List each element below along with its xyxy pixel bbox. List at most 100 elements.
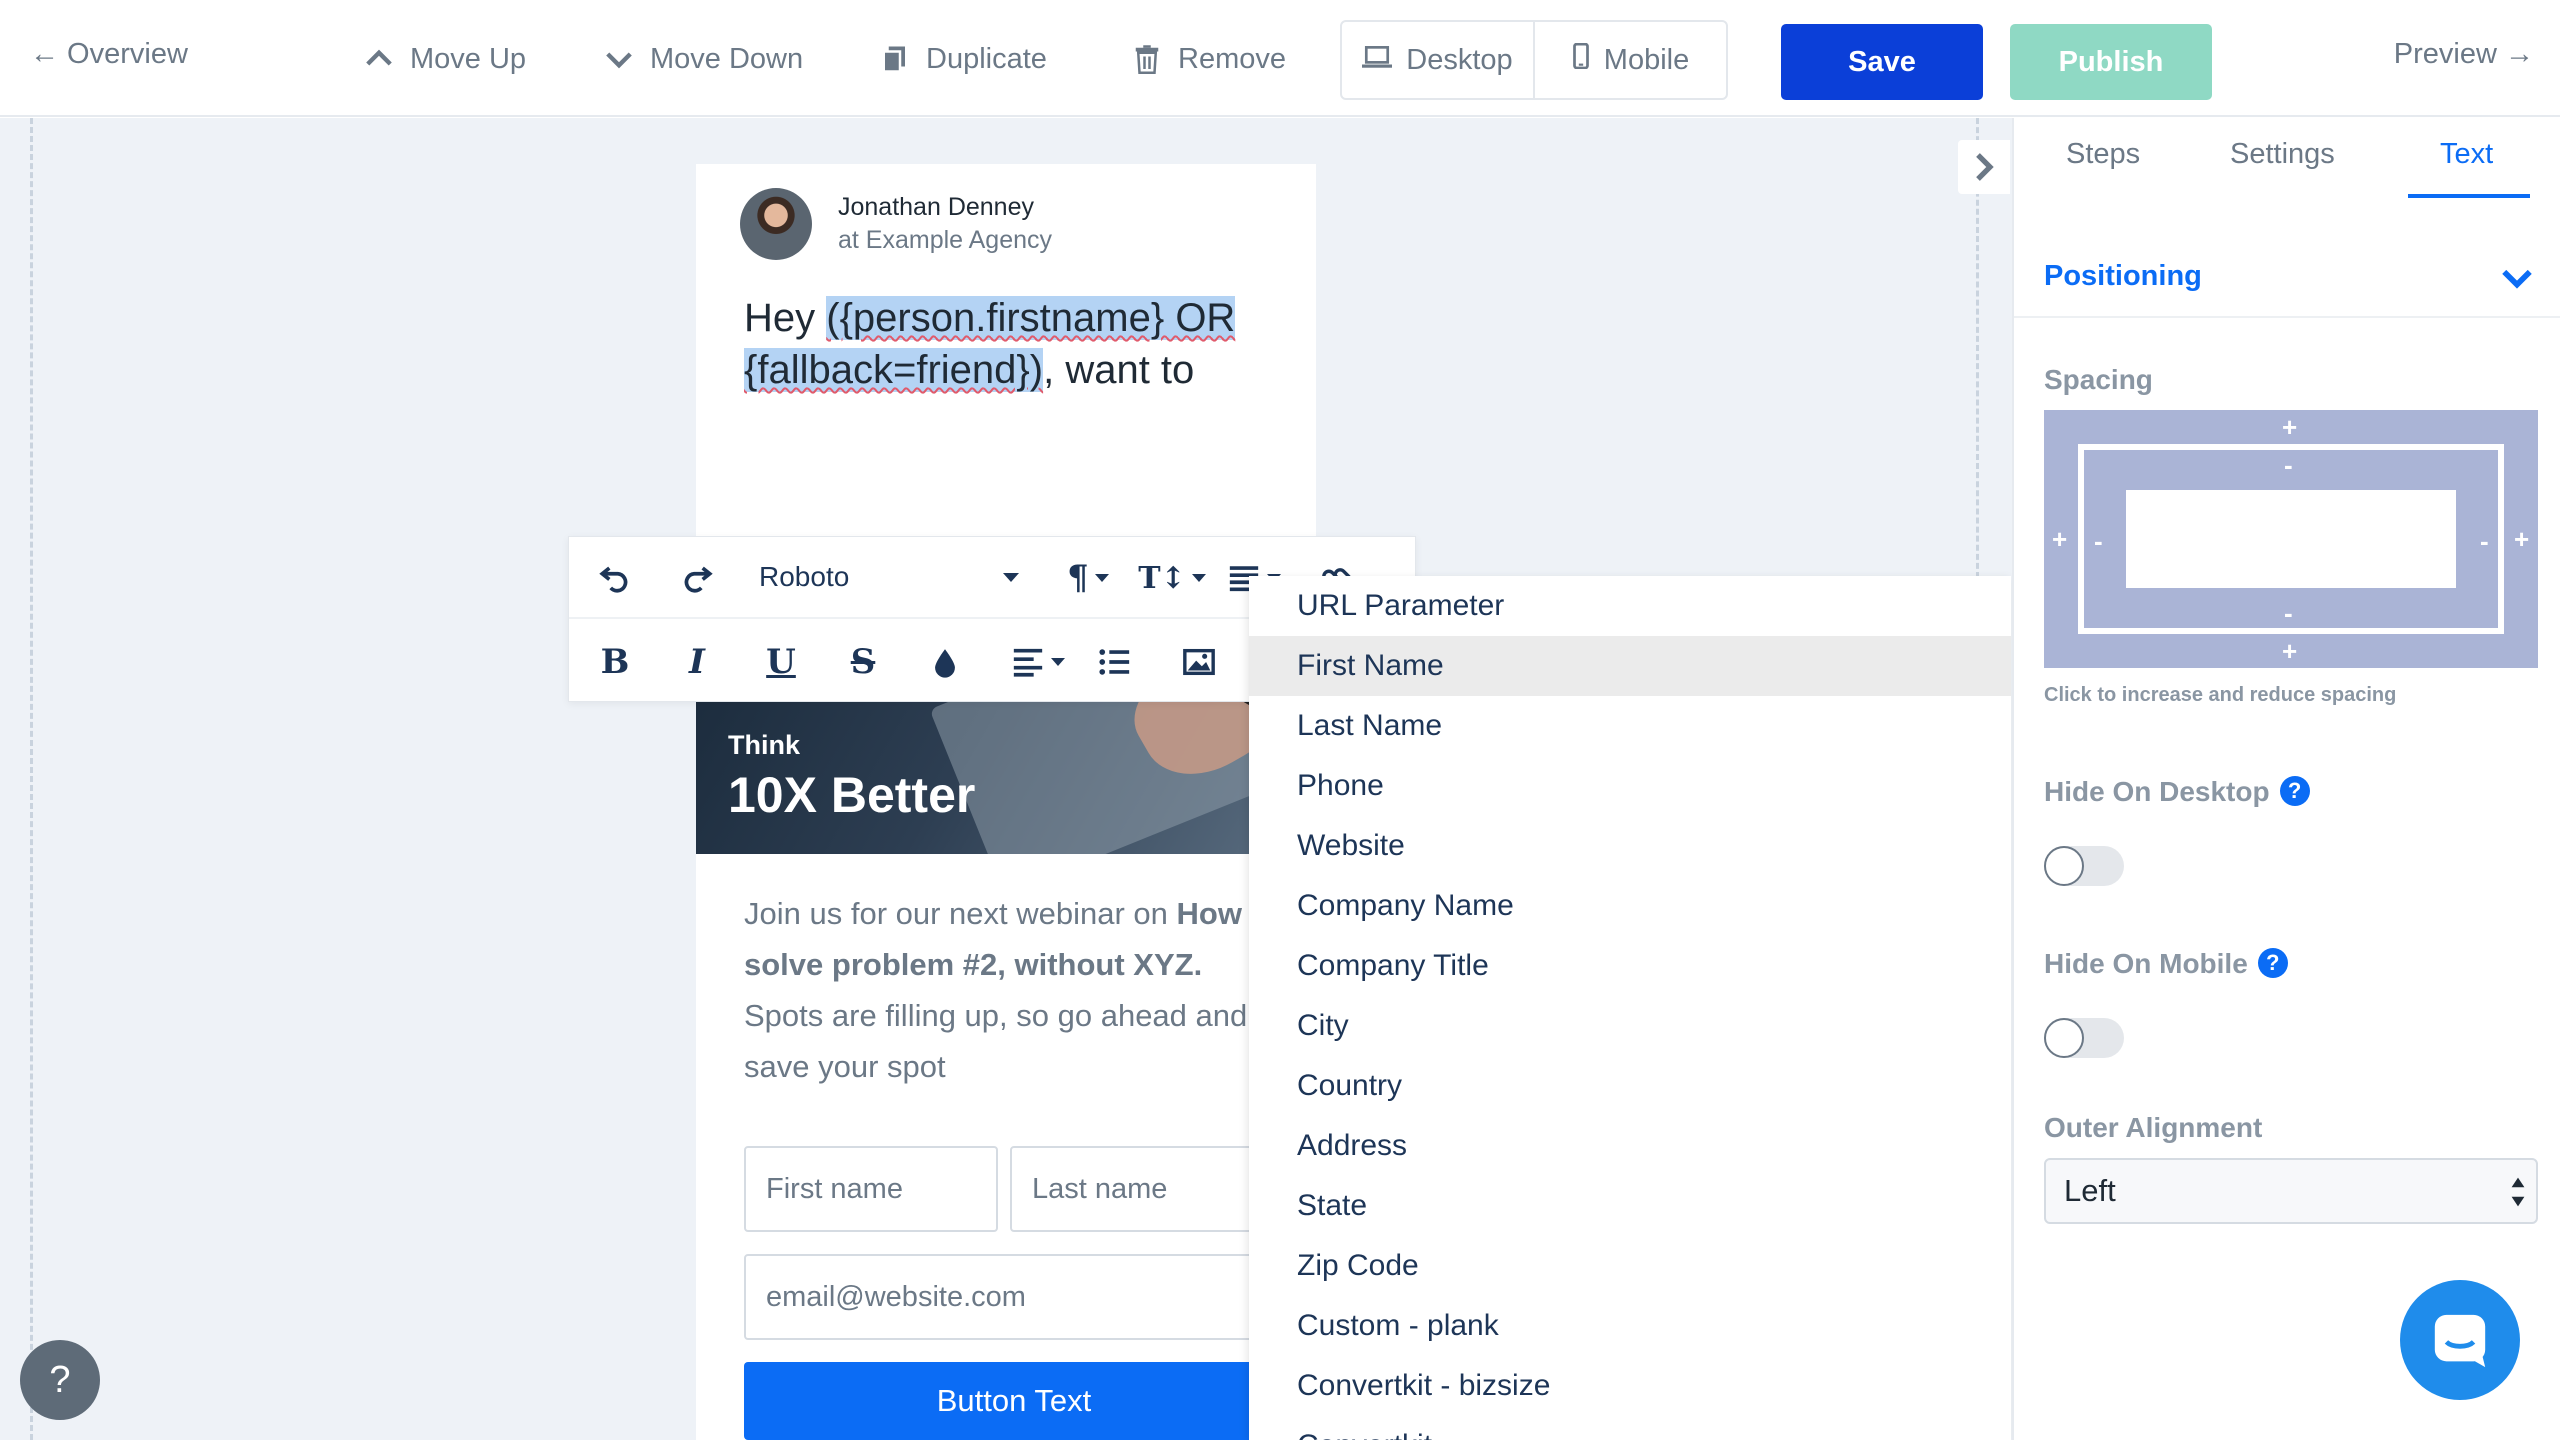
move-up-button[interactable]: Move Up	[362, 42, 526, 76]
dropdown-item-address[interactable]: Address	[1249, 1116, 2011, 1176]
padding-top-decrease[interactable]: -	[2284, 452, 2293, 478]
align-button[interactable]	[1001, 631, 1075, 693]
font-size-button[interactable]: T↕	[1135, 547, 1209, 609]
greeting-text[interactable]: Hey ({person.firstname} OR {fallback=fri…	[744, 292, 1284, 396]
author-org: at Example Agency	[838, 226, 1053, 254]
caret-down-icon	[1094, 574, 1109, 582]
duplicate-label: Duplicate	[926, 42, 1047, 75]
font-family-value: Roboto	[759, 561, 850, 592]
redo-button[interactable]	[671, 547, 723, 609]
dropdown-item-country[interactable]: Country	[1249, 1056, 2011, 1116]
dropdown-item-first-name[interactable]: First Name	[1249, 636, 2011, 696]
overview-link[interactable]: ← Overview	[30, 38, 188, 71]
preview-link[interactable]: Preview →	[2394, 38, 2534, 71]
text-color-button[interactable]	[919, 631, 971, 693]
active-tab-indicator	[2408, 194, 2530, 198]
caret-down-icon	[1003, 572, 1019, 582]
italic-button[interactable]: I	[671, 631, 723, 693]
remove-button[interactable]: Remove	[1130, 42, 1286, 76]
paragraph-format-button[interactable]: ¶	[1053, 547, 1123, 609]
font-family-select[interactable]: Roboto	[759, 551, 1019, 603]
caret-down-icon	[1191, 574, 1206, 582]
strikethrough-button[interactable]: S	[837, 631, 889, 693]
first-name-field[interactable]: First name	[744, 1146, 998, 1232]
move-down-label: Move Down	[650, 42, 804, 75]
insert-image-button[interactable]	[1173, 631, 1225, 693]
chevron-down-icon	[602, 42, 636, 76]
margin-top-increase[interactable]: +	[2282, 414, 2297, 440]
email-field[interactable]: email@website.com	[744, 1254, 1284, 1340]
droplet-icon	[935, 649, 955, 678]
mobile-label: Mobile	[1603, 43, 1690, 76]
positioning-section-header[interactable]: Positioning	[2014, 240, 2560, 318]
help-icon[interactable]: ?	[2257, 948, 2288, 978]
undo-button[interactable]	[589, 547, 641, 609]
margin-bottom-increase[interactable]: +	[2282, 638, 2297, 664]
hide-mobile-toggle[interactable]	[2044, 1018, 2124, 1058]
last-name-field[interactable]: Last name	[1010, 1146, 1270, 1232]
italic-icon: I	[689, 642, 705, 682]
greeting-prefix: Hey	[744, 296, 827, 340]
dropdown-item-phone[interactable]: Phone	[1249, 756, 2011, 816]
text-size-icon: T↕	[1138, 560, 1186, 596]
align-left-icon	[1013, 648, 1043, 677]
publish-button[interactable]: Publish	[2010, 24, 2212, 100]
dropdown-item-last-name[interactable]: Last Name	[1249, 696, 2011, 756]
move-down-button[interactable]: Move Down	[602, 42, 803, 76]
chat-launcher-button[interactable]	[2400, 1280, 2520, 1400]
bold-button[interactable]: B	[589, 631, 641, 693]
banner-subtitle: Think	[728, 730, 800, 760]
settings-panel: Steps Settings Text Positioning Spacing …	[2012, 118, 2560, 1440]
personalization-dropdown: URL Parameter First Name Last Name Phone…	[1249, 576, 2011, 1440]
dropdown-item-website[interactable]: Website	[1249, 816, 2011, 876]
device-toggle: Desktop Mobile	[1340, 20, 1728, 100]
padding-left-decrease[interactable]: -	[2094, 528, 2103, 554]
dropdown-item-url-parameter[interactable]: URL Parameter	[1249, 576, 2011, 636]
hide-desktop-toggle[interactable]	[2044, 846, 2124, 886]
top-toolbar: ← Overview Move Up Move Down Duplicate R…	[0, 0, 2560, 117]
hide-mobile-label: Hide On Mobile?	[2044, 948, 2288, 980]
underline-button[interactable]: U	[755, 631, 807, 693]
dropdown-item-convertkit[interactable]: Convertkit	[1249, 1416, 2011, 1440]
canvas-guide-left	[30, 118, 33, 1440]
duplicate-button[interactable]: Duplicate	[878, 42, 1047, 76]
dropdown-item-custom-plank[interactable]: Custom - plank	[1249, 1296, 2011, 1356]
dropdown-item-company-title[interactable]: Company Title	[1249, 936, 2011, 996]
underline-icon: U	[766, 642, 796, 682]
mobile-view-button[interactable]: Mobile	[1533, 22, 1726, 98]
desktop-view-button[interactable]: Desktop	[1342, 22, 1533, 98]
list-button[interactable]	[1089, 631, 1141, 693]
save-button[interactable]: Save	[1781, 24, 1983, 100]
image-icon	[1183, 648, 1215, 676]
tab-text[interactable]: Text	[2440, 138, 2493, 171]
banner-title: 10X Better	[728, 767, 976, 823]
tab-steps[interactable]: Steps	[2066, 138, 2140, 171]
dropdown-item-convertkit-bizsize[interactable]: Convertkit - bizsize	[1249, 1356, 2011, 1416]
redo-icon	[684, 566, 713, 593]
spacing-label: Spacing	[2044, 364, 2153, 395]
remove-label: Remove	[1178, 42, 1286, 75]
avatar	[740, 188, 812, 260]
dropdown-item-state[interactable]: State	[1249, 1176, 2011, 1236]
dropdown-item-company-name[interactable]: Company Name	[1249, 876, 2011, 936]
margin-left-increase[interactable]: +	[2052, 526, 2067, 552]
chat-icon	[2434, 1314, 2486, 1368]
collapse-panel-button[interactable]	[1958, 140, 2010, 194]
caret-down-icon	[1051, 658, 1065, 666]
padding-bottom-decrease[interactable]: -	[2284, 600, 2293, 626]
cta-button[interactable]: Button Text	[744, 1362, 1284, 1440]
body-text-1: Join us for our next webinar on	[744, 896, 1177, 931]
dropdown-item-city[interactable]: City	[1249, 996, 2011, 1056]
help-button[interactable]: ?	[20, 1340, 100, 1420]
outer-alignment-select[interactable]: Left	[2044, 1158, 2538, 1224]
help-icon[interactable]: ?	[2279, 776, 2310, 806]
email-card[interactable]: Jonathan Denney at Example Agency Hey ({…	[696, 164, 1316, 1440]
tab-settings[interactable]: Settings	[2230, 138, 2335, 171]
dropdown-item-zip-code[interactable]: Zip Code	[1249, 1236, 2011, 1296]
padding-right-decrease[interactable]: -	[2480, 528, 2489, 554]
desktop-label: Desktop	[1406, 43, 1513, 76]
body-paragraph[interactable]: Join us for our next webinar on How to s…	[744, 888, 1284, 1092]
trash-icon	[1130, 42, 1164, 76]
margin-right-increase[interactable]: +	[2514, 526, 2529, 552]
spacing-control[interactable]: + + + + - - - -	[2044, 410, 2538, 668]
